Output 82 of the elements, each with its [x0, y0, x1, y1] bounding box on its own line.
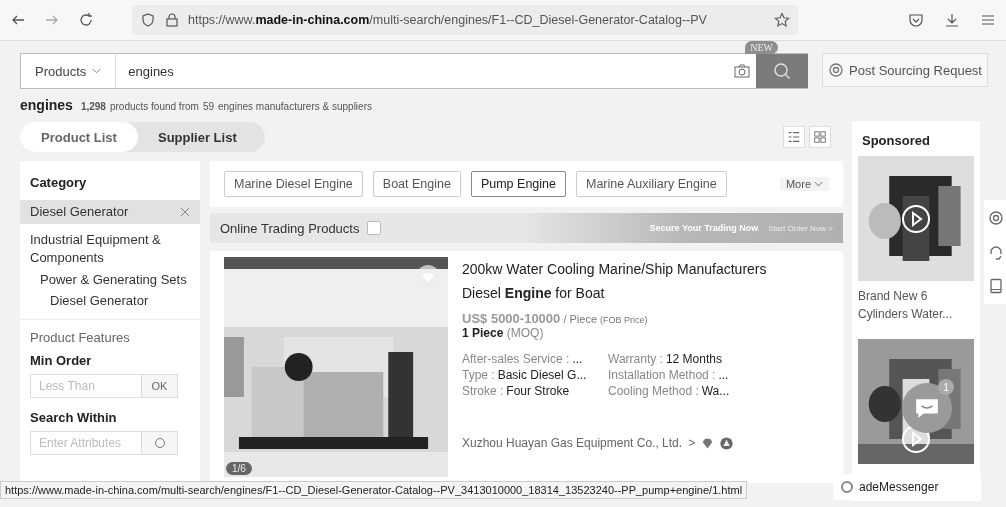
post-sourcing-button[interactable]: Post Sourcing Request: [822, 53, 988, 87]
search-button[interactable]: [756, 54, 808, 88]
view-tab[interactable]: Supplier List: [138, 122, 257, 152]
scope-dropdown[interactable]: Products: [21, 54, 117, 88]
ok-button[interactable]: OK: [142, 373, 178, 398]
tablet-icon[interactable]: [988, 278, 1004, 294]
banner-text: Secure Your Trading Now: [649, 223, 759, 233]
summary-text: engines manufacturers & suppliers: [218, 101, 372, 112]
related-tag[interactable]: Boat Engine: [372, 171, 461, 197]
detail-label: Installation Method :: [608, 368, 716, 382]
play-icon[interactable]: [901, 203, 931, 234]
headset-icon[interactable]: [988, 244, 1004, 260]
category-item[interactable]: Diesel Generator: [20, 200, 200, 225]
star-icon[interactable]: [774, 12, 790, 28]
supplier-count: 59: [202, 101, 214, 112]
detail-value: ...: [718, 368, 729, 382]
related-tag[interactable]: Marine Diesel Engine: [224, 171, 363, 197]
category-item[interactable]: Power & Generating Sets: [20, 270, 200, 292]
attributes-field[interactable]: Enter Attributes: [30, 430, 142, 455]
related-tag[interactable]: Marine Auxiliary Engine: [576, 171, 727, 197]
search-text: engines: [127, 63, 175, 79]
summary-text: products found from: [109, 101, 199, 112]
trading-label: Online Trading Products: [220, 220, 360, 236]
more-button[interactable]: More: [779, 177, 829, 191]
list-view-icon[interactable]: [783, 126, 805, 148]
detail-value: Basic Diesel G...: [497, 368, 587, 382]
detail-label: Stroke :: [462, 384, 504, 398]
price-text: US$ 5000-10000: [462, 311, 561, 326]
new-badge: NEW: [745, 41, 778, 54]
result-count: 1,298: [80, 101, 106, 112]
sponsored-title[interactable]: Brand New 6 Cylinders Water...: [858, 281, 974, 329]
category-heading: Category: [29, 174, 88, 192]
moq-text: 1 Piece: [462, 326, 504, 340]
status-bar-url: https://www.made-in-china.com/multi-search/engines/F1--CD_Diesel-Generator-Catalog--PV_3413010000_18314_13523240--PP_pump+engine/1.html: [0, 481, 748, 499]
grid-view-icon[interactable]: [809, 126, 831, 148]
category-item[interactable]: Industrial Equipment & Components: [20, 228, 200, 271]
search-field[interactable]: Products engines: [20, 53, 808, 89]
price-note: (FOB Price): [600, 315, 648, 325]
search-icon: [772, 61, 792, 81]
detail-label: Warranty :: [608, 352, 663, 366]
address-bar[interactable]: https://www.made-in-china.com/multi-search/engines/F1--CD_Diesel-Generator-Catalog--PV: [132, 5, 798, 35]
detail-value: 12 Months: [665, 352, 722, 366]
view-tab[interactable]: Product List: [20, 122, 138, 152]
camera-icon[interactable]: [734, 64, 750, 78]
download-icon[interactable]: [944, 12, 960, 28]
close-icon[interactable]: [180, 207, 190, 218]
unit-text: / Piece: [563, 313, 597, 325]
related-tag[interactable]: Pump Engine: [470, 171, 566, 197]
reload-icon[interactable]: [78, 12, 94, 28]
chevron-icon: [814, 181, 823, 187]
detail-value: ...: [572, 352, 583, 366]
shield-icon: [140, 12, 156, 28]
notification-badge: 1: [938, 379, 954, 395]
diamond-icon: [701, 436, 715, 450]
keyword-text: engines: [20, 97, 73, 113]
detail-label: Type :: [462, 368, 495, 382]
sponsored-heading: Sponsored: [861, 132, 931, 150]
detail-value: Wa...: [701, 384, 730, 398]
features-heading: Product Features: [20, 318, 200, 347]
supplier-link[interactable]: Xuzhou Huayan Gas Equipment Co., Ltd.: [462, 436, 683, 450]
moq-note: (MOQ): [506, 326, 544, 340]
url-text: https://www.made-in-china.com/multi-search/engines/F1--CD_Diesel-Generator-Catalog--PV: [188, 13, 708, 27]
arrow-text: >: [688, 436, 696, 450]
min-order-heading: Min Order: [29, 351, 93, 370]
target-icon[interactable]: [988, 210, 1004, 226]
badge-icon: [720, 436, 734, 450]
chat-icon: [914, 397, 940, 419]
search-within-heading: Search Within: [29, 408, 118, 427]
messenger-tab[interactable]: adeMessenger: [833, 474, 981, 500]
lock-icon: [164, 12, 180, 28]
category-item[interactable]: Diesel Generator: [20, 291, 200, 313]
search-icon: [153, 436, 166, 449]
trading-checkbox[interactable]: [367, 221, 382, 235]
detail-label: After-sales Service :: [462, 352, 570, 366]
detail-value: Four Stroke: [506, 384, 570, 398]
target-icon: [828, 62, 844, 78]
image-counter: 1/6: [226, 462, 252, 475]
detail-label: Cooling Method :: [608, 384, 699, 398]
min-order-field[interactable]: Less Than: [30, 373, 142, 398]
pocket-icon[interactable]: [908, 12, 924, 28]
chevron-icon: [92, 68, 102, 74]
product-title[interactable]: 200kw Water Cooling Marine/Ship Manufacturers Diesel Engine for Boat: [462, 257, 792, 305]
